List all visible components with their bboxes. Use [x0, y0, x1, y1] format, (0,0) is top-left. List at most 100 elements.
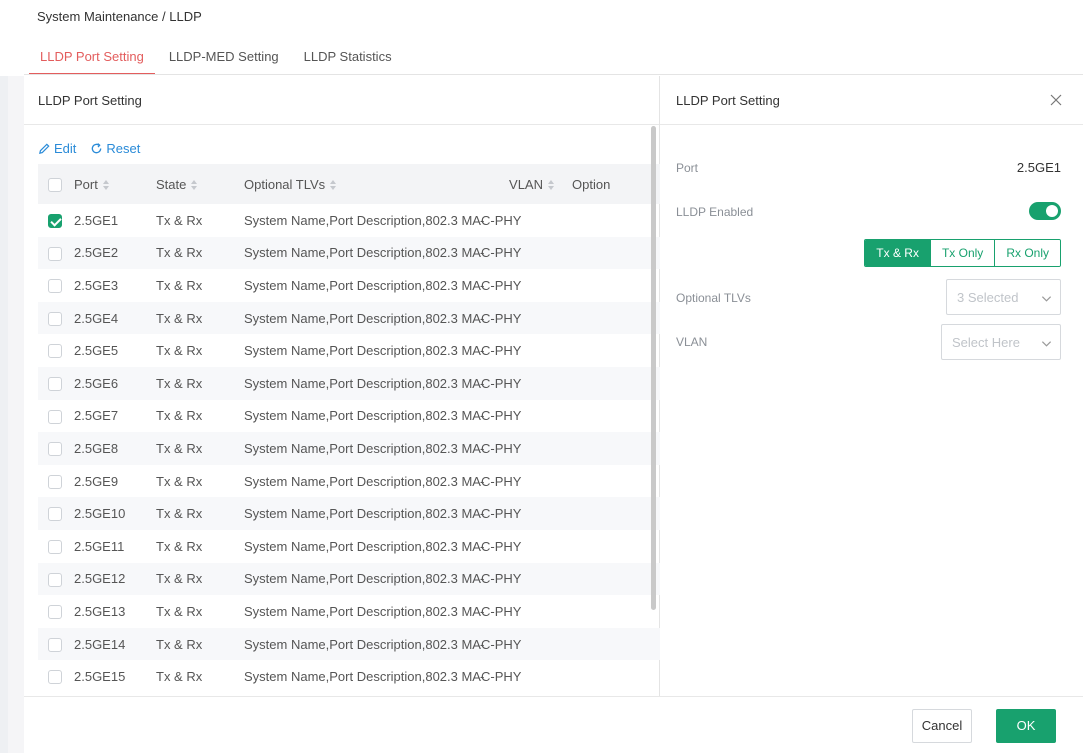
table-row[interactable]: 2.5GE12 Tx & Rx System Name,Port Descripti…	[38, 562, 660, 596]
select-all-checkbox[interactable]	[48, 177, 62, 192]
lldp-enabled-toggle[interactable]	[1029, 202, 1061, 220]
row-checkbox[interactable]	[48, 540, 62, 555]
tab-lldp-med-setting[interactable]: LLDP-MED Setting	[158, 40, 290, 75]
table-row[interactable]: 2.5GE4 Tx & Rx System Name,Port Descriptio…	[38, 301, 660, 335]
close-icon[interactable]	[1049, 93, 1063, 107]
port-table: Port State Optional TLVs VLAN Option 2.5…	[38, 164, 660, 693]
column-header-vlan[interactable]: VLAN	[480, 177, 572, 192]
column-header-state[interactable]: State	[156, 177, 244, 192]
cell-state: Tx & Rx	[156, 343, 203, 359]
cell-tlvs: System Name,Port Description,802.3 MAC-P…	[244, 669, 522, 685]
column-header-port[interactable]: Port	[74, 177, 156, 192]
table-body: 2.5GE1 Tx & Rx System Name,Port Descriptio…	[38, 204, 660, 693]
ok-button[interactable]: OK	[996, 709, 1056, 743]
breadcrumb: System Maintenance / LLDP	[37, 9, 202, 24]
row-checkbox[interactable]	[48, 246, 62, 261]
top-bar: System Maintenance / LLDP LLDP Port Sett…	[0, 0, 1083, 76]
cell-tlvs: System Name,Port Description,802.3 MAC-P…	[244, 310, 522, 326]
cell-port: 2.5GE14	[74, 636, 126, 652]
cell-vlan: -	[480, 636, 485, 652]
port-label: Port	[676, 161, 699, 175]
cell-tlvs: System Name,Port Description,802.3 MAC-P…	[244, 603, 522, 619]
cell-port: 2.5GE11	[74, 538, 125, 554]
row-checkbox[interactable]	[48, 637, 62, 652]
mode-tx-rx-button[interactable]: Tx & Rx	[865, 240, 930, 266]
mode-rx-only-button[interactable]: Rx Only	[994, 240, 1060, 266]
chevron-down-icon	[1041, 341, 1052, 347]
row-checkbox[interactable]	[48, 279, 62, 294]
table-row[interactable]: 2.5GE10 Tx & Rx System Name,Port Descripti…	[38, 497, 660, 530]
cell-tlvs: System Name,Port Description,802.3 MAC-P…	[244, 473, 522, 489]
mode-tx-only-button[interactable]: Tx Only	[929, 240, 995, 266]
table-row[interactable]: 2.5GE1 Tx & Rx System Name,Port Descriptio…	[38, 204, 660, 237]
cell-tlvs: System Name,Port Description,802.3 MAC-P…	[244, 440, 522, 456]
vlan-label: VLAN	[676, 335, 708, 349]
tab-lldp-statistics[interactable]: LLDP Statistics	[293, 40, 403, 75]
cell-state: Tx & Rx	[156, 212, 203, 228]
port-value: 2.5GE1	[1016, 160, 1061, 175]
cell-state: Tx & Rx	[156, 375, 203, 391]
row-checkbox[interactable]	[48, 670, 62, 685]
scrollbar[interactable]	[651, 126, 656, 610]
footer-left	[24, 696, 660, 753]
table-toolbar: Edit Reset	[38, 141, 140, 156]
edit-label: Edit	[54, 141, 77, 156]
optional-tlvs-label: Optional TLVs	[676, 291, 751, 305]
row-checkbox[interactable]	[48, 442, 62, 457]
cell-port: 2.5GE2	[74, 245, 119, 261]
vlan-placeholder: Select Here	[952, 334, 1020, 350]
cell-state: Tx & Rx	[156, 277, 203, 293]
row-checkbox[interactable]	[48, 344, 62, 359]
table-row[interactable]: 2.5GE9 Tx & Rx System Name,Port Descriptio…	[38, 465, 660, 498]
cell-vlan: -	[480, 538, 485, 554]
lldp-enabled-label: LLDP Enabled	[676, 205, 754, 219]
cell-port: 2.5GE8	[74, 440, 119, 456]
left-strip	[0, 0, 8, 753]
column-header-tlvs[interactable]: Optional TLVs	[244, 177, 480, 192]
cell-tlvs: System Name,Port Description,802.3 MAC-P…	[244, 245, 522, 261]
panel-title: LLDP Port Setting	[24, 76, 659, 125]
optional-tlvs-select[interactable]: 3 Selected	[946, 279, 1061, 315]
edit-button[interactable]: Edit	[38, 141, 76, 156]
table-row[interactable]: 2.5GE3 Tx & Rx System Name,Port Descriptio…	[38, 269, 660, 302]
cell-port: 2.5GE3	[74, 277, 119, 293]
cell-tlvs: System Name,Port Description,802.3 MAC-P…	[244, 506, 522, 522]
row-checkbox[interactable]	[48, 214, 62, 229]
table-row[interactable]: 2.5GE13 Tx & Rx System Name,Port Descripti…	[38, 595, 660, 628]
row-checkbox[interactable]	[48, 311, 62, 326]
cell-state: Tx & Rx	[156, 440, 203, 456]
row-checkbox[interactable]	[48, 377, 62, 392]
row-checkbox[interactable]	[48, 572, 62, 587]
cell-tlvs: System Name,Port Description,802.3 MAC-P…	[244, 277, 522, 293]
row-checkbox[interactable]	[48, 474, 62, 489]
table-row[interactable]: 2.5GE8 Tx & Rx System Name,Port Descriptio…	[38, 432, 660, 465]
table-row[interactable]: 2.5GE14 Tx & Rx System Name,Port Descripti…	[38, 627, 660, 661]
sort-icon	[102, 180, 109, 191]
table-row[interactable]: 2.5GE11 Tx & Rx System Name,Port Descripti…	[38, 530, 660, 563]
table-row[interactable]: 2.5GE15 Tx & Rx System Name,Port Descripti…	[38, 660, 660, 693]
cell-state: Tx & Rx	[156, 245, 203, 261]
row-checkbox[interactable]	[48, 409, 62, 424]
vlan-select[interactable]: Select Here	[941, 324, 1061, 360]
row-checkbox[interactable]	[48, 507, 62, 522]
cancel-button[interactable]: Cancel	[912, 709, 972, 743]
drawer-footer: Cancel OK	[660, 696, 1083, 753]
cell-port: 2.5GE1	[74, 212, 119, 228]
port-list-panel: LLDP Port Setting Edit Reset Port State …	[24, 76, 660, 753]
tab-lldp-port-setting[interactable]: LLDP Port Setting	[29, 40, 155, 75]
cell-vlan: -	[480, 506, 485, 522]
table-row[interactable]: 2.5GE7 Tx & Rx System Name,Port Descriptio…	[38, 400, 660, 433]
cell-state: Tx & Rx	[156, 506, 203, 522]
table-row[interactable]: 2.5GE2 Tx & Rx System Name,Port Descriptio…	[38, 236, 660, 270]
cell-vlan: -	[480, 571, 485, 587]
cell-tlvs: System Name,Port Description,802.3 MAC-P…	[244, 571, 522, 587]
table-row[interactable]: 2.5GE5 Tx & Rx System Name,Port Descriptio…	[38, 334, 660, 367]
optional-tlvs-value: 3 Selected	[957, 289, 1019, 305]
cell-port: 2.5GE10	[74, 506, 126, 522]
row-checkbox[interactable]	[48, 605, 62, 620]
cell-vlan: -	[480, 310, 485, 326]
reset-button[interactable]: Reset	[90, 141, 140, 156]
settings-drawer: LLDP Port Setting Port 2.5GE1 LLDP Enabl…	[660, 76, 1083, 753]
cell-state: Tx & Rx	[156, 538, 203, 554]
table-row[interactable]: 2.5GE6 Tx & Rx System Name,Port Descriptio…	[38, 366, 660, 400]
